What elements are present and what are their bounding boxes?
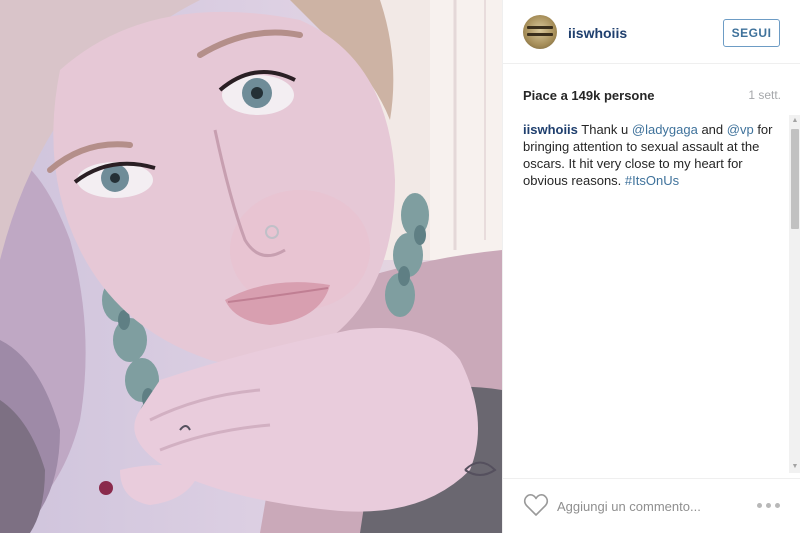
profile-avatar-icon[interactable] [523, 15, 557, 49]
scroll-thumb[interactable] [791, 129, 799, 229]
post-photo[interactable] [0, 0, 502, 533]
scroll-down-arrow-icon[interactable]: ▼ [789, 461, 800, 473]
username-link[interactable]: iiswhoiis [568, 25, 627, 41]
post-timestamp[interactable]: 1 sett. [748, 88, 781, 102]
caption-text-1: Thank u [577, 122, 632, 137]
post-header: iiswhoiis SEGUI [503, 0, 800, 64]
heart-icon[interactable] [523, 493, 549, 517]
post-sidebar: iiswhoiis SEGUI Piace a 149k persone 1 s… [502, 0, 800, 533]
mention-link-vp[interactable]: @vp [727, 122, 754, 137]
instagram-post: iiswhoiis SEGUI Piace a 149k persone 1 s… [0, 0, 800, 533]
caption-username-link[interactable]: iiswhoiis [523, 122, 578, 137]
follow-button[interactable]: SEGUI [723, 19, 780, 47]
post-meta: Piace a 149k persone 1 sett. [523, 86, 781, 106]
likes-count[interactable]: Piace a 149k persone [523, 88, 655, 103]
post-caption: iiswhoiis Thank u @ladygaga and @vp for … [523, 121, 773, 189]
post-footer [503, 478, 800, 533]
hashtag-link[interactable]: #ItsOnUs [625, 173, 679, 188]
caption-text-2: and [697, 122, 727, 137]
more-options-icon[interactable] [757, 497, 783, 513]
scroll-up-arrow-icon[interactable]: ▲ [789, 115, 800, 127]
comments-scrollbar[interactable]: ▲ ▼ [789, 115, 800, 473]
photo-illustration [0, 0, 502, 533]
mention-link-ladygaga[interactable]: @ladygaga [632, 122, 698, 137]
comment-input[interactable] [557, 495, 747, 517]
